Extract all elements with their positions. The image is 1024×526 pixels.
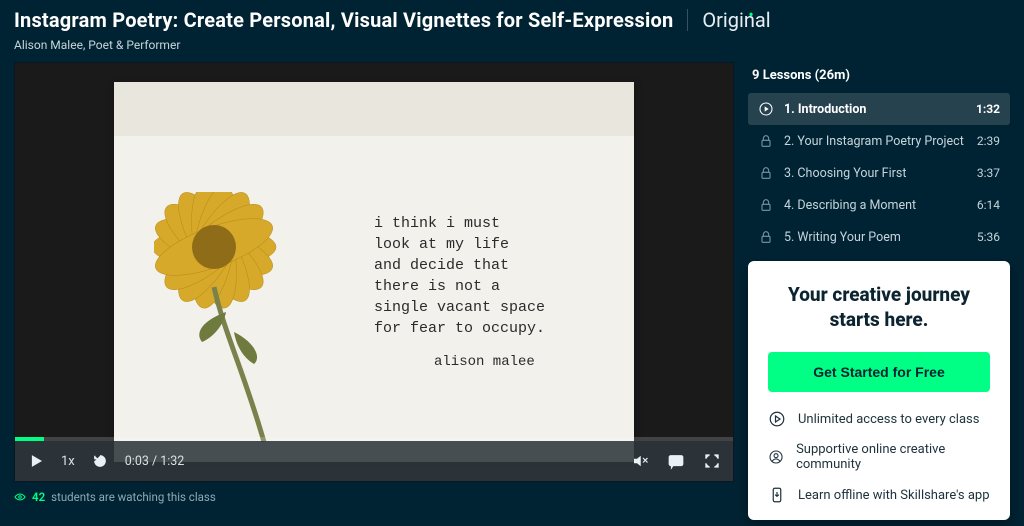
poem-text: i think i must look at my life and decid… xyxy=(374,192,604,394)
lesson-duration: 6:14 xyxy=(977,198,1000,212)
get-started-button[interactable]: Get Started for Free xyxy=(768,352,990,392)
video-frame: i think i must look at my life and decid… xyxy=(15,63,733,481)
lock-icon xyxy=(758,133,774,149)
player-controls: 1x 15 0:03 / 1:32 xyxy=(15,441,733,481)
video-still: i think i must look at my life and decid… xyxy=(114,82,634,462)
lesson-item-2[interactable]: 2. Your Instagram Poetry Project 2:39 xyxy=(748,125,1010,157)
original-badge: Original• xyxy=(702,8,770,32)
benefit-item: Learn offline with Skillshare's app xyxy=(768,486,990,504)
lock-icon xyxy=(758,197,774,213)
play-circle-icon xyxy=(758,101,774,117)
time-display: 0:03 / 1:32 xyxy=(125,454,185,469)
lesson-duration: 5:36 xyxy=(977,230,1000,244)
lessons-list: 9 Lessons (26m) 1. Introduction 1:32 2. … xyxy=(748,62,1010,253)
download-phone-icon xyxy=(768,486,786,504)
lesson-duration: 1:32 xyxy=(976,102,1000,116)
lesson-item-3[interactable]: 3. Choosing Your First 3:37 xyxy=(748,157,1010,189)
benefit-item: Supportive online creative community xyxy=(768,442,990,472)
lesson-label: 1. Introduction xyxy=(784,102,866,117)
captions-button[interactable] xyxy=(665,450,687,472)
eye-icon xyxy=(14,491,26,503)
lesson-label: 5. Writing Your Poem xyxy=(784,230,901,245)
lock-icon xyxy=(758,229,774,245)
person-circle-icon xyxy=(768,448,784,466)
lessons-header: 9 Lessons (26m) xyxy=(748,62,1010,93)
title-divider xyxy=(687,9,688,31)
flower-image xyxy=(154,192,354,456)
page-title: Instagram Poetry: Create Personal, Visua… xyxy=(14,8,673,32)
lesson-item-5[interactable]: 5. Writing Your Poem 5:36 xyxy=(748,221,1010,253)
author-line[interactable]: Alison Malee, Poet & Performer xyxy=(14,38,1010,52)
lock-icon xyxy=(758,165,774,181)
play-circle-icon xyxy=(768,410,786,428)
play-button[interactable] xyxy=(25,450,47,472)
lesson-item-4[interactable]: 4. Describing a Moment 6:14 xyxy=(748,189,1010,221)
cta-card: Your creative journeystarts here. Get St… xyxy=(748,261,1010,520)
benefit-item: Unlimited access to every class xyxy=(768,410,990,428)
rewind-15-button[interactable]: 15 xyxy=(89,450,111,472)
svg-text:15: 15 xyxy=(97,459,103,465)
lesson-duration: 3:37 xyxy=(977,166,1000,180)
watching-line: 42 students are watching this class xyxy=(14,490,734,504)
poem-signature: alison malee xyxy=(434,353,604,373)
cta-title: Your creative journeystarts here. xyxy=(768,283,990,332)
lesson-label: 3. Choosing Your First xyxy=(784,166,906,181)
playback-speed[interactable]: 1x xyxy=(61,454,75,469)
lesson-label: 4. Describing a Moment xyxy=(784,198,916,213)
volume-muted-icon[interactable] xyxy=(629,450,651,472)
fullscreen-button[interactable] xyxy=(701,450,723,472)
lesson-label: 2. Your Instagram Poetry Project xyxy=(784,134,964,149)
lesson-item-1[interactable]: 1. Introduction 1:32 xyxy=(748,93,1010,125)
lesson-duration: 2:39 xyxy=(977,134,1000,148)
video-player[interactable]: i think i must look at my life and decid… xyxy=(14,62,734,482)
